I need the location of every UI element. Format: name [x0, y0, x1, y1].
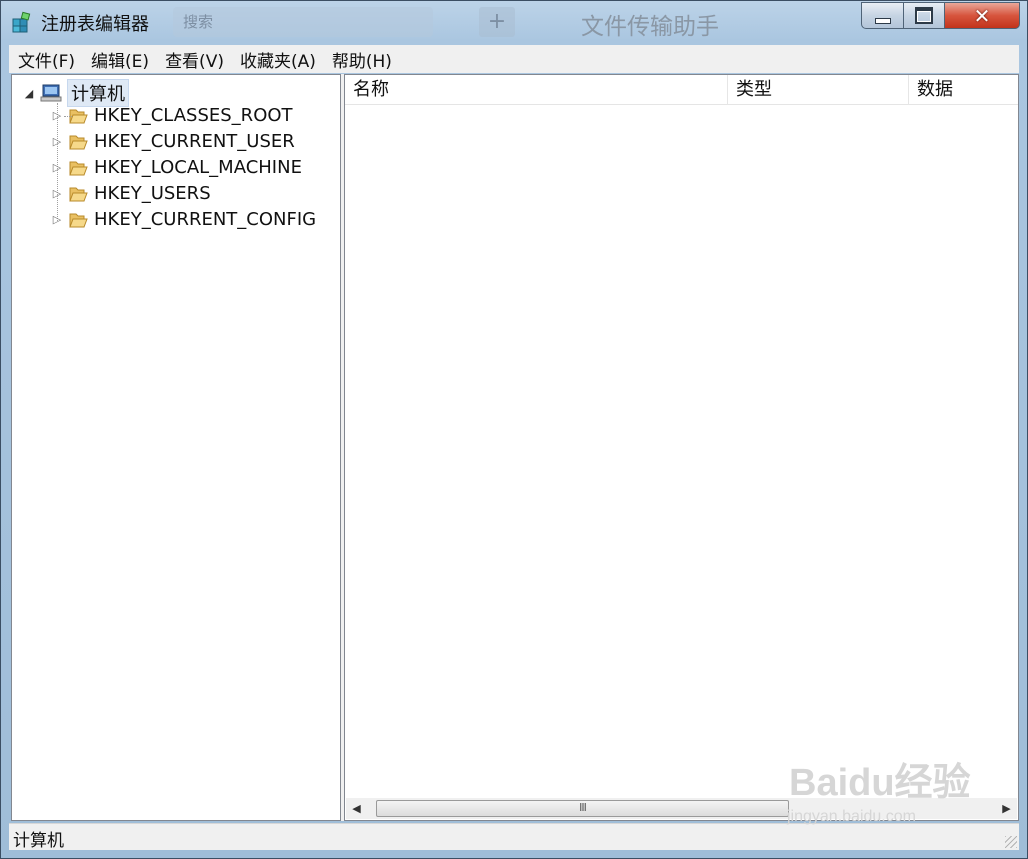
status-bar: 计算机: [9, 823, 1019, 851]
background-plus-button: +: [479, 7, 515, 37]
scroll-left-icon[interactable]: ◀: [346, 798, 367, 819]
column-header-name[interactable]: 名称: [345, 75, 728, 105]
tree-node-users[interactable]: ▷ HKEY_USERS: [50, 183, 211, 204]
column-header-data[interactable]: 数据: [909, 75, 1018, 105]
tree-node-current-config[interactable]: ▷ HKEY_CURRENT_CONFIG: [50, 209, 316, 230]
registry-editor-icon: [12, 11, 31, 33]
tree-label-hkey-classes-root[interactable]: HKEY_CLASSES_ROOT: [94, 105, 293, 126]
window-title: 注册表编辑器: [41, 14, 149, 35]
menu-file[interactable]: 文件(F): [11, 47, 82, 72]
tree-label-hkey-current-config[interactable]: HKEY_CURRENT_CONFIG: [94, 209, 316, 230]
maximize-icon: [915, 7, 933, 24]
tree-node-local-machine[interactable]: ▷ HKEY_LOCAL_MACHINE: [50, 157, 302, 178]
menu-view[interactable]: 查看(V): [158, 47, 231, 72]
folder-icon: [69, 161, 88, 175]
collapse-icon[interactable]: ◢: [22, 87, 36, 100]
registry-values-pane[interactable]: 名称 类型 数据 ◀ III ▶: [344, 74, 1019, 821]
computer-icon: [40, 84, 62, 102]
maximize-button[interactable]: [903, 2, 945, 29]
expand-icon[interactable]: ▷: [50, 187, 64, 200]
expand-icon[interactable]: ▷: [50, 135, 64, 148]
minimize-icon: [874, 17, 891, 24]
menu-bar: 文件(F) 编辑(E) 查看(V) 收藏夹(A) 帮助(H): [9, 45, 1019, 73]
close-icon: ✕: [973, 3, 991, 28]
horizontal-scrollbar[interactable]: ◀ III ▶: [346, 798, 1017, 819]
close-button[interactable]: ✕: [944, 2, 1020, 29]
tree-connector: [64, 116, 72, 117]
scrollbar-thumb[interactable]: III: [376, 800, 789, 817]
resize-grip-icon[interactable]: [1005, 836, 1017, 848]
expand-icon[interactable]: ▷: [50, 109, 64, 122]
scroll-right-icon[interactable]: ▶: [996, 798, 1017, 819]
tree-node-current-user[interactable]: ▷ HKEY_CURRENT_USER: [50, 131, 295, 152]
registry-editor-window: 注册表编辑器 搜索 + 文件传输助手 ✕ 文件(F) 编辑(E) 查看(V) 收…: [0, 0, 1028, 859]
title-bar[interactable]: 注册表编辑器 搜索 + 文件传输助手 ✕: [1, 1, 1027, 41]
tree-label-hkey-users[interactable]: HKEY_USERS: [94, 183, 211, 204]
background-search-box: 搜索: [173, 7, 433, 37]
folder-icon: [69, 135, 88, 149]
column-header-type[interactable]: 类型: [728, 75, 908, 105]
tree-node-root[interactable]: ◢ 计算机: [22, 79, 129, 107]
tree-label-hkey-local-machine[interactable]: HKEY_LOCAL_MACHINE: [94, 157, 302, 178]
tree-node-classes-root[interactable]: ▷ HKEY_CLASSES_ROOT: [50, 105, 293, 126]
background-window-title: 文件传输助手: [581, 14, 719, 40]
expand-icon[interactable]: ▷: [50, 161, 64, 174]
menu-help[interactable]: 帮助(H): [325, 47, 399, 72]
minimize-button[interactable]: [861, 2, 904, 29]
folder-icon: [69, 213, 88, 227]
expand-icon[interactable]: ▷: [50, 213, 64, 226]
folder-icon: [69, 187, 88, 201]
status-path: 计算机: [13, 831, 64, 851]
tree-label-hkey-current-user[interactable]: HKEY_CURRENT_USER: [94, 131, 295, 152]
tree-label-computer[interactable]: 计算机: [67, 79, 129, 107]
registry-tree-pane[interactable]: ◢ 计算机 ▷ HKEY_CLASSES_ROOT ▷ HKEY_CURRENT…: [11, 74, 341, 821]
menu-edit[interactable]: 编辑(E): [84, 47, 156, 72]
menu-favorites[interactable]: 收藏夹(A): [233, 47, 323, 72]
